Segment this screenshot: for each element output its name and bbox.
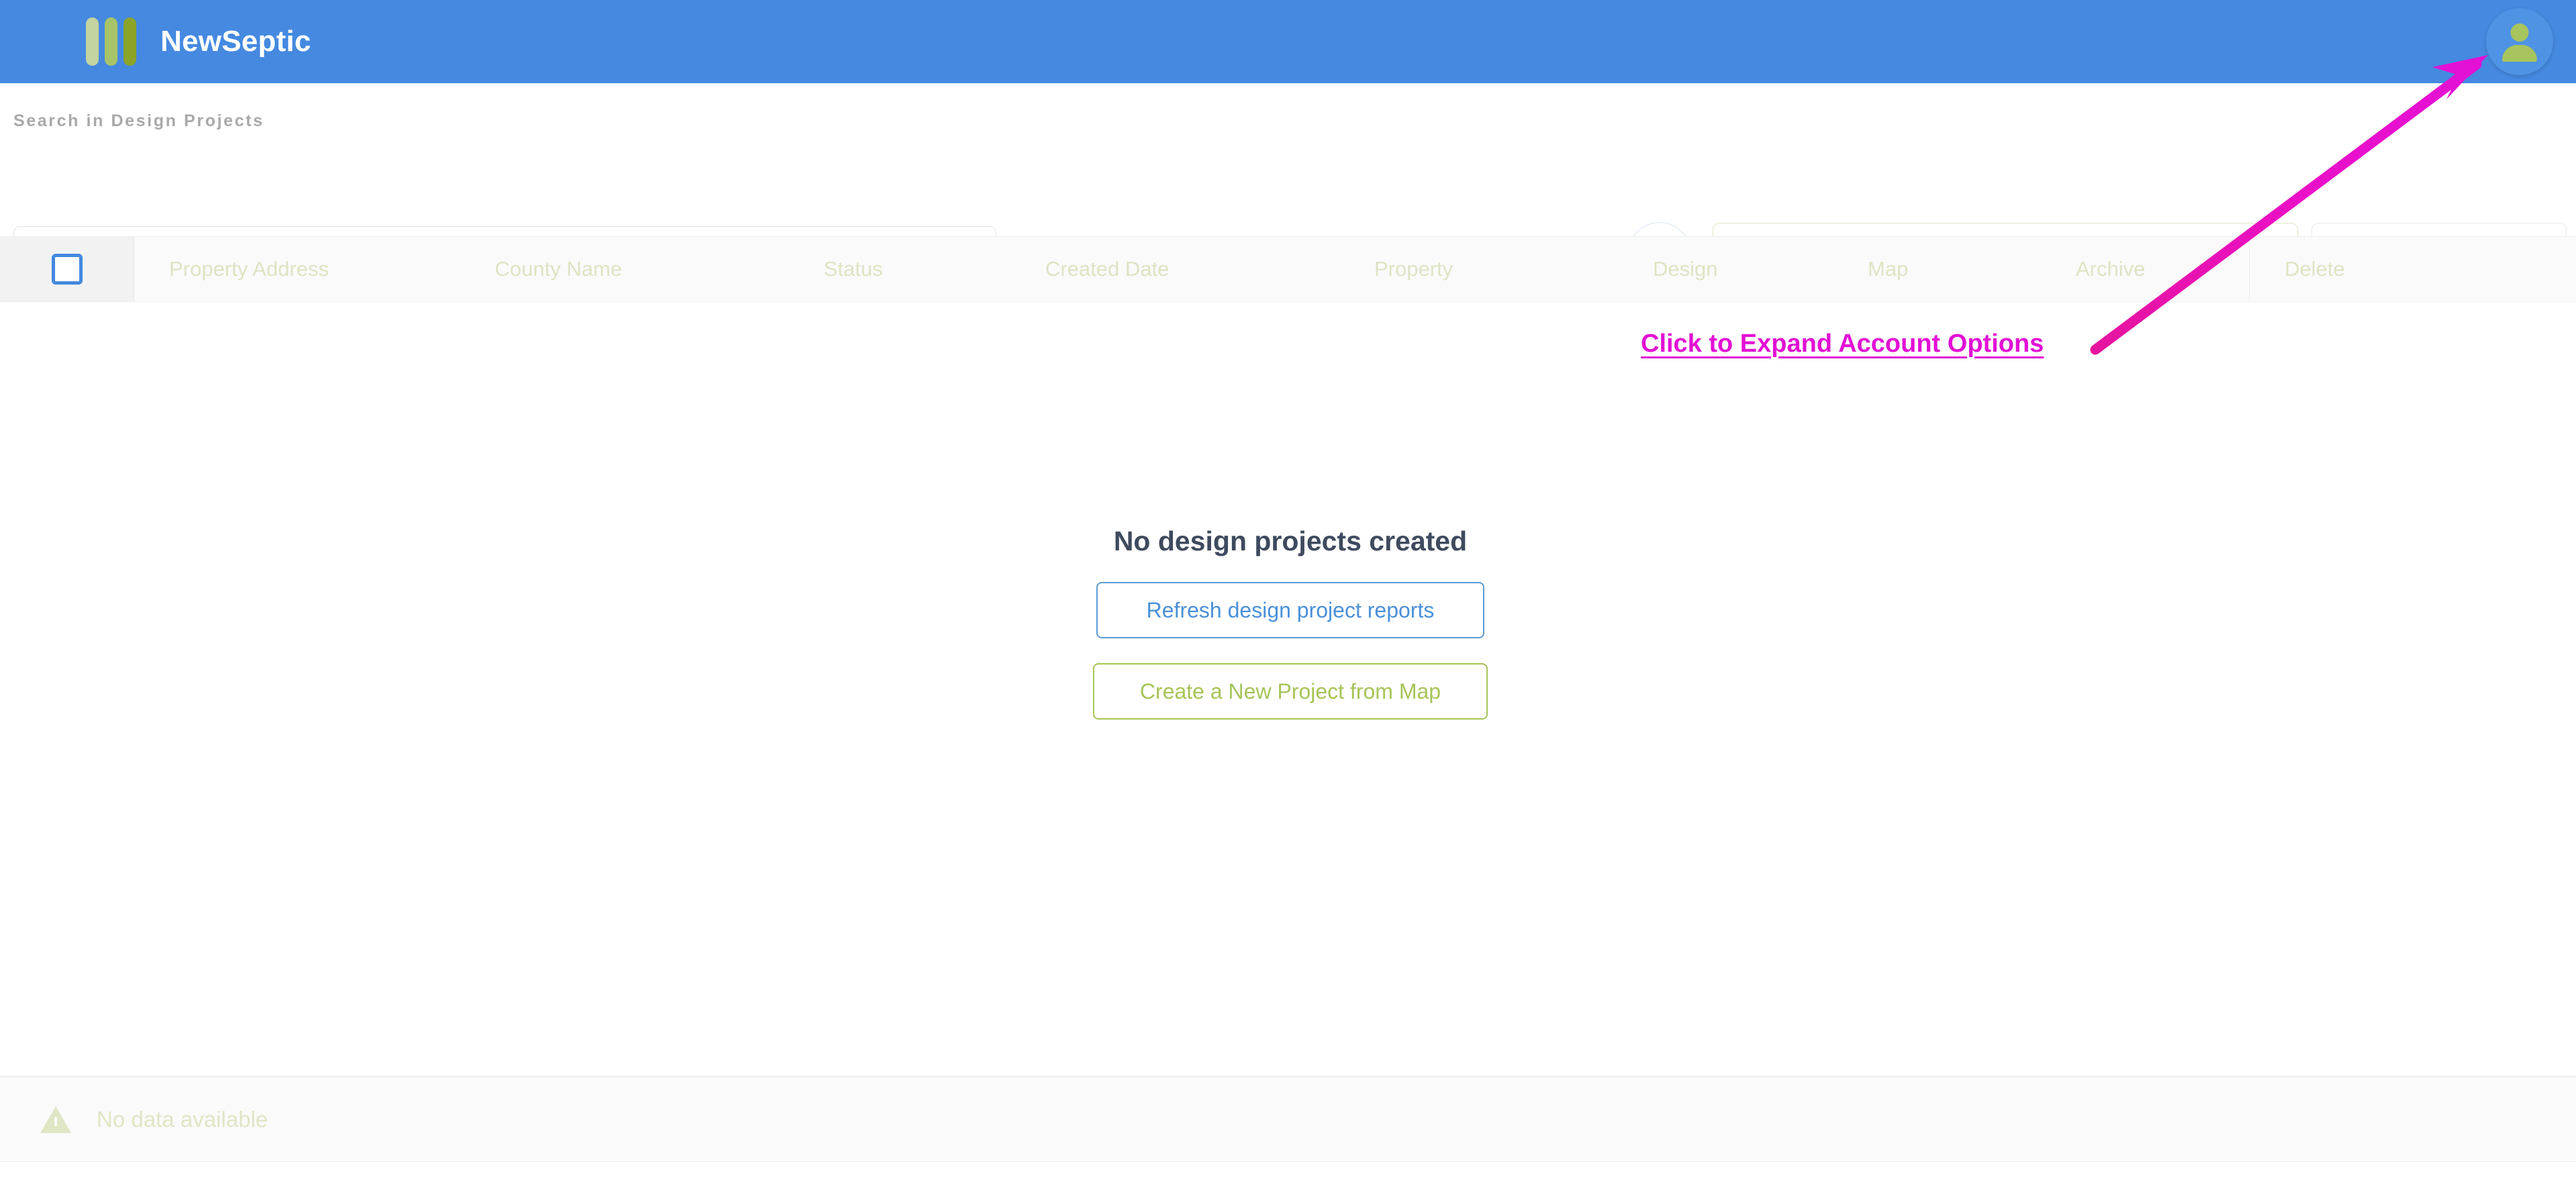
status-footer: No data available (0, 1076, 2576, 1162)
top-navbar: NewSeptic (0, 0, 2576, 83)
table-body-empty-state: No design projects created Refresh desig… (0, 302, 2576, 1076)
toolbar: Search in Design Projects Create a new p… (0, 83, 2576, 287)
avatar-body (2502, 45, 2537, 62)
brand-block[interactable]: NewSeptic (86, 17, 311, 66)
app-root: NewSeptic Search in Design Projects Prop… (0, 0, 2576, 1178)
column-label: County Name (495, 257, 622, 281)
create-new-project-from-map-button[interactable]: Create a New Project from Map (1093, 663, 1488, 720)
logo-bar-2 (105, 17, 117, 66)
column-label: Design (1653, 257, 1718, 281)
account-avatar-icon[interactable] (2486, 8, 2553, 75)
column-label: Map (1868, 257, 1909, 281)
avatar-head (2510, 23, 2529, 42)
search-label: Search in Design Projects (13, 111, 265, 130)
brand-name: NewSeptic (160, 25, 312, 58)
logo-bar-3 (124, 17, 136, 66)
column-header-created-date[interactable]: Created Date (1010, 237, 1339, 301)
column-header-county-name[interactable]: County Name (460, 237, 789, 301)
empty-state-content: No design projects created Refresh desig… (1093, 526, 1488, 720)
column-label: Property (1374, 257, 1453, 281)
refresh-design-project-reports-button[interactable]: Refresh design project reports (1096, 582, 1484, 638)
column-label: Delete (2285, 257, 2345, 281)
select-all-checkbox[interactable] (51, 254, 83, 285)
column-header-map[interactable]: Map (1833, 237, 2041, 301)
avatar-person-glyph (2499, 22, 2540, 62)
logo-bar-1 (86, 17, 99, 66)
column-label: Status (824, 257, 883, 281)
column-header-delete[interactable]: Delete (2249, 237, 2576, 301)
column-label: Created Date (1045, 257, 1170, 281)
empty-state-title: No design projects created (1113, 526, 1468, 556)
table-header-row: Property Address County Name Status Crea… (0, 236, 2576, 302)
select-all-cell[interactable] (0, 237, 134, 301)
column-header-status[interactable]: Status (789, 237, 1010, 301)
column-header-archive[interactable]: Archive (2041, 237, 2249, 301)
column-header-property[interactable]: Property (1339, 237, 1618, 301)
warning-triangle-icon (40, 1106, 71, 1133)
column-label: Property Address (169, 257, 329, 281)
column-header-property-address[interactable]: Property Address (134, 237, 460, 301)
column-label: Archive (2076, 257, 2146, 281)
three-bars-logo-icon (86, 17, 136, 66)
column-header-design[interactable]: Design (1618, 237, 1833, 301)
no-data-message: No data available (97, 1106, 269, 1132)
